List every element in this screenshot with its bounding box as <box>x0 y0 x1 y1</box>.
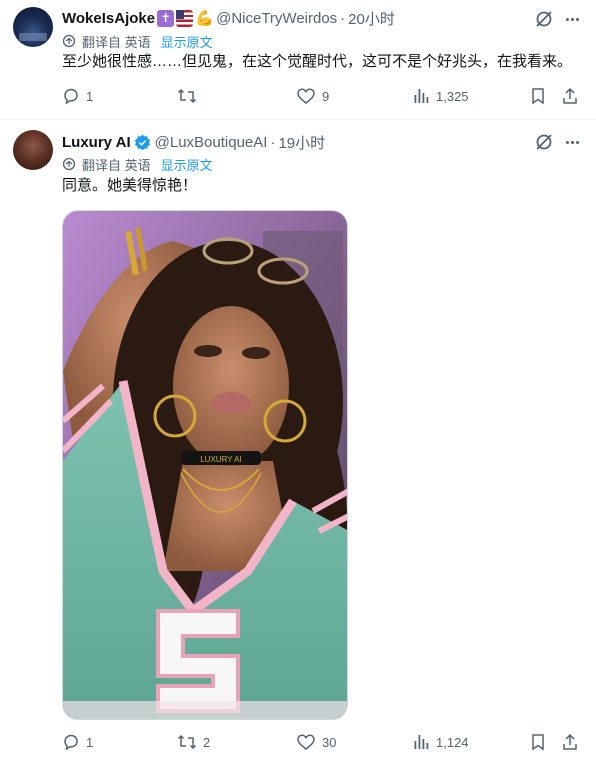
choker-text: LUXURY AI <box>200 455 242 464</box>
like-icon <box>297 88 315 104</box>
like-count: 9 <box>322 88 330 104</box>
bookmark-button[interactable] <box>529 86 553 106</box>
flexed-bicep-emoji-icon: 💪 <box>195 9 214 27</box>
action-bar: 1 9 1,325 <box>62 86 582 106</box>
views-count: 1,325 <box>436 88 469 104</box>
show-original-link[interactable]: 显示原文 <box>161 155 213 174</box>
share-icon <box>563 87 577 104</box>
translate-icon <box>62 34 76 48</box>
translation-row: 翻译自 英语 显示原文 <box>62 155 213 173</box>
us-flag-emoji-icon <box>176 9 194 27</box>
translate-label: 翻译自 英语 <box>82 157 151 173</box>
grok-icon[interactable] <box>534 132 554 152</box>
handle[interactable]: @NiceTryWeirdos <box>216 10 337 27</box>
translate-label: 翻译自 英语 <box>82 34 151 50</box>
share-button[interactable] <box>561 86 585 106</box>
tweet-text: 同意。她美得惊艳！ <box>62 177 198 194</box>
share-button[interactable] <box>561 732 585 752</box>
bookmark-icon <box>532 734 544 751</box>
tweet-photo[interactable]: LUXURY AI <box>62 210 348 720</box>
action-bar: 1 2 30 1,124 <box>62 732 582 752</box>
retweet-icon <box>177 734 197 750</box>
retweet-button[interactable]: 2 <box>177 732 210 752</box>
views-icon <box>414 89 429 103</box>
retweet-icon <box>177 88 197 104</box>
verified-badge-icon <box>134 134 150 150</box>
retweet-button[interactable] <box>177 86 203 106</box>
tweet-header: Luxury AI @LuxBoutiqueAI · 19小时 <box>62 132 325 152</box>
selfie-photo: LUXURY AI <box>63 211 347 719</box>
cross-emoji-icon: ✝ <box>157 9 175 27</box>
translation-row: 翻译自 英语 显示原文 <box>62 32 213 50</box>
separator: · <box>270 133 276 151</box>
views-count: 1,124 <box>436 734 469 750</box>
reply-count: 1 <box>86 734 94 750</box>
show-original-link[interactable]: 显示原文 <box>161 32 213 51</box>
retweet-count: 2 <box>203 734 211 750</box>
reply-count: 1 <box>86 88 94 104</box>
views-button[interactable]: 1,124 <box>412 732 469 752</box>
separator: · <box>340 9 346 27</box>
reply-icon <box>64 734 78 751</box>
display-name[interactable]: WokeIsAjoke <box>62 10 155 27</box>
like-button[interactable]: 9 <box>296 86 329 106</box>
share-icon <box>563 733 577 750</box>
tweet[interactable]: Luxury AI @LuxBoutiqueAI · 19小时 翻译自 英语 显… <box>0 120 596 764</box>
like-count: 30 <box>322 734 337 750</box>
handle[interactable]: @LuxBoutiqueAI <box>155 134 268 151</box>
like-button[interactable]: 30 <box>296 732 336 752</box>
translate-icon <box>62 157 76 171</box>
timestamp[interactable]: 20小时 <box>348 8 395 29</box>
more-icon[interactable] <box>562 132 582 152</box>
grok-icon[interactable] <box>534 9 554 29</box>
timestamp[interactable]: 19小时 <box>278 132 325 153</box>
reply-button[interactable]: 1 <box>62 732 93 752</box>
avatar[interactable] <box>13 130 53 170</box>
reply-icon <box>64 88 78 105</box>
avatar[interactable] <box>13 7 53 47</box>
tweet-header: WokeIsAjoke ✝ 💪 @NiceTryWeirdos · 20小时 <box>62 8 395 28</box>
like-icon <box>297 734 315 750</box>
bookmark-icon <box>532 88 544 105</box>
more-icon[interactable] <box>562 9 582 29</box>
views-icon <box>414 735 429 749</box>
reply-button[interactable]: 1 <box>62 86 93 106</box>
display-name[interactable]: Luxury AI <box>62 134 131 151</box>
bookmark-button[interactable] <box>529 732 553 752</box>
tweet[interactable]: WokeIsAjoke ✝ 💪 @NiceTryWeirdos · 20小时 翻… <box>0 0 596 120</box>
tweet-text: 至少她很性感……但见鬼，在这个觉醒时代，这可不是个好兆头，在我看来。 <box>62 53 573 70</box>
views-button[interactable]: 1,325 <box>412 86 469 106</box>
